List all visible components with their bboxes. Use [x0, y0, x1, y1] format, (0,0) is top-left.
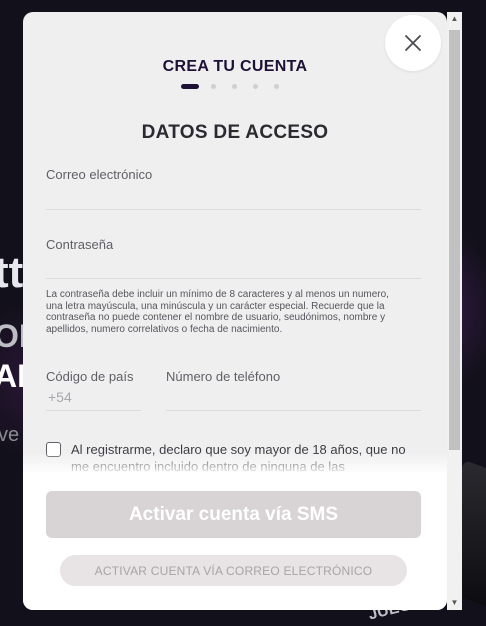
phone-field-underline: [166, 410, 421, 411]
country-code-field[interactable]: +54: [48, 389, 141, 409]
modal-title: CREA TU CUENTA: [162, 58, 308, 75]
step-dot: [253, 84, 258, 89]
activate-email-button[interactable]: ACTIVAR CUENTA VÍA CORREO ELECTRÓNICO: [60, 555, 407, 586]
step-dot: [232, 84, 237, 89]
country-code-label: Código de país: [46, 369, 134, 384]
password-label: Contraseña: [46, 237, 114, 252]
password-hint: La contraseña debe incluir un mínimo de …: [46, 289, 389, 335]
password-field[interactable]: [46, 258, 421, 278]
modal-scroll-area[interactable]: CREA TU CUENTA DATOS DE ACCESO Correo el…: [23, 12, 447, 474]
modal-scrollbar[interactable]: ▲ ▼: [447, 12, 462, 610]
step-dot: [211, 84, 216, 89]
scroll-fade: [23, 452, 447, 474]
scroll-down-arrow-icon[interactable]: ▼: [447, 596, 462, 610]
password-field-underline: [46, 278, 421, 279]
activate-sms-button[interactable]: Activar cuenta vía SMS: [46, 491, 421, 538]
section-title: DATOS DE ACCESO: [141, 122, 329, 143]
scroll-up-arrow-icon[interactable]: ▲: [447, 12, 462, 26]
step-indicator: [181, 84, 295, 89]
background-text: tt: [0, 248, 24, 297]
phone-field[interactable]: [166, 389, 421, 409]
email-field-underline: [46, 209, 421, 210]
close-button[interactable]: [385, 15, 441, 71]
phone-label: Número de teléfono: [166, 369, 281, 384]
background-text: ve: [0, 424, 20, 446]
step-dot-active: [181, 84, 199, 89]
country-code-underline: [46, 410, 141, 411]
email-label: Correo electrónico: [46, 167, 153, 182]
close-icon: [405, 35, 421, 51]
scrollbar-thumb[interactable]: [449, 30, 460, 450]
email-field[interactable]: [46, 188, 421, 208]
step-dot: [274, 84, 279, 89]
registration-modal: CREA TU CUENTA DATOS DE ACCESO Correo el…: [23, 12, 447, 610]
